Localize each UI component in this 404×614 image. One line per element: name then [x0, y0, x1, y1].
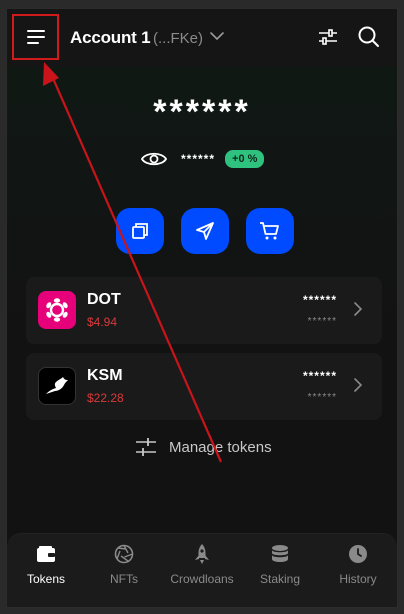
menu-button[interactable]	[12, 14, 59, 60]
chevron-right-icon	[354, 378, 363, 392]
rocket-icon	[195, 544, 209, 564]
change-badge: +0 %	[225, 150, 265, 168]
copy-icon	[132, 223, 148, 239]
database-icon	[272, 545, 288, 562]
tab-label: NFTs	[110, 572, 138, 586]
token-row-dot[interactable]: DOT $4.94 ****** ******	[26, 277, 382, 344]
aperture-icon	[114, 544, 134, 564]
manage-tokens-button[interactable]: Manage tokens	[135, 437, 272, 457]
search-icon[interactable]	[357, 25, 381, 49]
buy-button[interactable]	[246, 208, 294, 254]
total-balance: ******	[153, 93, 251, 131]
chevron-down-icon[interactable]	[209, 28, 225, 44]
token-price: $22.28	[87, 391, 124, 405]
token-balance: ******	[302, 369, 337, 383]
token-symbol: KSM	[87, 367, 123, 384]
token-price: $4.94	[87, 315, 118, 329]
tab-label: Crowdloans	[170, 572, 234, 586]
polkadot-logo-icon	[38, 291, 76, 329]
action-buttons	[116, 208, 294, 254]
token-symbol: DOT	[87, 291, 121, 308]
token-value: ******	[307, 392, 337, 403]
account-name[interactable]: Account 1	[70, 28, 151, 48]
clock-icon	[349, 545, 367, 563]
tab-label: Tokens	[26, 572, 66, 586]
wallet-app: Account 1 (...FKe) ****** ****** +0 % DO…	[6, 8, 398, 608]
token-value: ******	[307, 316, 337, 327]
manage-tokens-label: Manage tokens	[169, 438, 272, 456]
eye-icon[interactable]	[141, 149, 167, 169]
filter-settings-icon[interactable]	[317, 26, 339, 48]
token-balance: ******	[302, 293, 337, 307]
send-button[interactable]	[181, 208, 229, 254]
tab-crowdloans[interactable]: Crowdloans	[163, 534, 241, 607]
kusama-logo-icon	[38, 367, 76, 405]
chevron-right-icon	[354, 302, 363, 316]
tab-label: History	[339, 572, 377, 586]
bottom-tab-bar: Tokens NFTs Crowdloans Staking History	[7, 533, 397, 607]
tab-nfts[interactable]: NFTs	[85, 534, 163, 607]
balance-sub-row: ****** +0 %	[141, 149, 265, 169]
wallet-icon	[37, 546, 55, 562]
account-address[interactable]: (...FKe)	[153, 30, 203, 47]
token-row-ksm[interactable]: KSM $22.28 ****** ******	[26, 353, 382, 420]
sub-balance: ******	[181, 152, 216, 166]
tab-tokens[interactable]: Tokens	[7, 534, 85, 607]
sliders-icon	[136, 438, 156, 456]
header: Account 1 (...FKe)	[7, 9, 397, 67]
shopping-cart-icon	[260, 222, 279, 240]
tab-staking[interactable]: Staking	[241, 534, 319, 607]
tab-label: Staking	[259, 572, 301, 586]
tab-history[interactable]: History	[319, 534, 397, 607]
paper-plane-icon	[196, 222, 214, 240]
hamburger-icon	[26, 30, 45, 44]
receive-button[interactable]	[116, 208, 164, 254]
